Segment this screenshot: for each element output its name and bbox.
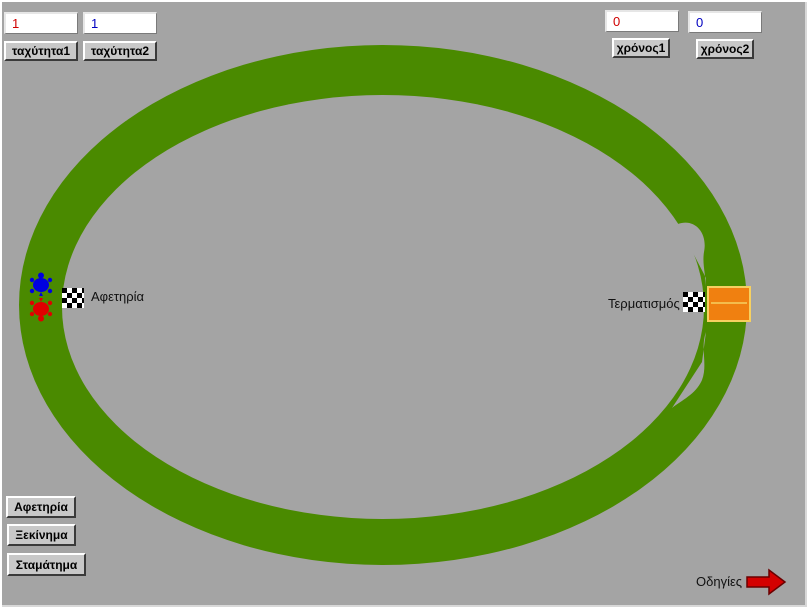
- time2-button[interactable]: χρόνος2: [696, 39, 754, 59]
- speed1-button[interactable]: ταχύτητα1: [4, 41, 78, 61]
- help-label[interactable]: Οδηγίες: [696, 574, 742, 589]
- speed2-button[interactable]: ταχύτητα2: [83, 41, 157, 61]
- time1-button[interactable]: χρόνος1: [612, 38, 670, 58]
- blue-turtle-icon: [29, 272, 53, 296]
- game-window: 1 1 ταχύτητα1 ταχύτητα2 0 0 χρόνος1 χρόν…: [0, 0, 809, 609]
- reset-start-button[interactable]: Αφετηρία: [6, 496, 76, 518]
- finish-checkered-flag-icon: [683, 292, 705, 312]
- start-line-label: Αφετηρία: [91, 289, 145, 304]
- finish-line-label: Τερματισμός: [608, 296, 680, 311]
- time2-field: 0: [688, 11, 762, 33]
- finish-box: [707, 286, 751, 322]
- start-race-button[interactable]: Ξεκίνημα: [7, 524, 76, 546]
- speed2-field[interactable]: 1: [83, 12, 157, 34]
- red-turtle-icon: [29, 298, 53, 322]
- speed1-field[interactable]: 1: [4, 12, 78, 34]
- red-arrow-icon[interactable]: [745, 568, 787, 596]
- stop-race-button[interactable]: Σταμάτημα: [7, 553, 86, 576]
- game-board: 1 1 ταχύτητα1 ταχύτητα2 0 0 χρόνος1 χρόν…: [2, 2, 807, 607]
- start-checkered-flag-icon: [62, 288, 84, 308]
- time1-field: 0: [605, 10, 679, 32]
